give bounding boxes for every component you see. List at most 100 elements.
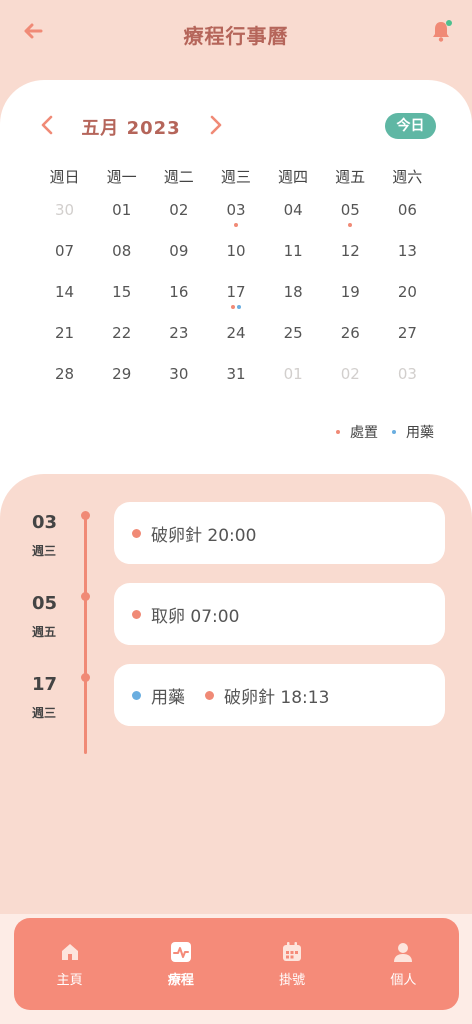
nav-item-profile[interactable]: 個人	[363, 929, 443, 999]
day-number: 01	[112, 201, 132, 219]
calendar-day[interactable]: 03	[207, 200, 264, 236]
event-weekday: 週三	[32, 706, 57, 720]
calendar-day[interactable]: 08	[93, 241, 150, 277]
page-title: 療程行事曆	[183, 24, 289, 48]
nav-item-home[interactable]: 主頁	[30, 929, 110, 999]
month-label: 五月 2023	[81, 118, 181, 139]
calendar-day[interactable]: 07	[36, 241, 93, 277]
day-number: 27	[397, 324, 417, 342]
weekday-label: 週六	[392, 168, 423, 186]
day-number: 28	[55, 365, 75, 383]
day-number: 06	[397, 201, 417, 219]
event-card[interactable]: 破卵針 20:00	[114, 502, 445, 564]
legend-medication: 用藥	[392, 422, 434, 442]
calendar-day[interactable]: 18	[265, 282, 322, 318]
event-row: 17 週三 用藥 破卵針 18:13	[0, 664, 472, 728]
calendar-day[interactable]: 04	[265, 200, 322, 236]
day-number: 25	[283, 324, 303, 342]
day-number: 03	[226, 201, 246, 219]
calendar-day[interactable]: 01	[265, 364, 322, 400]
day-number: 22	[112, 324, 132, 342]
day-number: 30	[169, 365, 189, 383]
calendar-day[interactable]: 27	[379, 323, 436, 359]
day-number: 12	[340, 242, 360, 260]
calendar-day[interactable]: 06	[379, 200, 436, 236]
day-number: 14	[55, 283, 75, 301]
weekday-label: 週三	[220, 168, 251, 186]
event-row: 03 週三 破卵針 20:00	[0, 502, 472, 566]
event-weekday: 週三	[32, 544, 57, 558]
calendar-day[interactable]: 14	[36, 282, 93, 318]
calendar-day[interactable]: 12	[322, 241, 379, 277]
event-timeline: 03 週三 破卵針 20:00 05 週五 取卵 07:00 17 週三 用藥	[0, 474, 472, 914]
day-number: 24	[226, 324, 246, 342]
nav-item-registration[interactable]: 掛號	[252, 929, 332, 999]
calendar-day[interactable]: 24	[207, 323, 264, 359]
calendar-day[interactable]: 10	[207, 241, 264, 277]
day-number: 30	[55, 201, 75, 219]
event-item: 用藥	[132, 683, 185, 708]
today-button[interactable]: 今日	[385, 113, 436, 139]
calendar-day[interactable]: 15	[93, 282, 150, 318]
treatment-dot	[205, 690, 214, 700]
event-card[interactable]: 用藥 破卵針 18:13	[114, 664, 445, 726]
event-item-text: 破卵針 20:00	[151, 525, 257, 546]
event-item: 破卵針 18:13	[205, 683, 329, 708]
calendar-day[interactable]: 16	[150, 282, 207, 318]
calendar-day[interactable]: 13	[379, 241, 436, 277]
legend-treatment: 處置	[336, 422, 378, 442]
treatment-dot	[132, 528, 141, 538]
treatment-dot	[230, 305, 235, 309]
event-card[interactable]: 取卵 07:00	[114, 583, 445, 645]
day-number: 02	[340, 365, 360, 383]
day-number: 07	[55, 242, 75, 260]
calendar-day[interactable]: 05	[322, 200, 379, 236]
weekday-label: 週日	[49, 168, 80, 186]
weekday-label: 週四	[278, 168, 309, 186]
calendar-day[interactable]: 11	[265, 241, 322, 277]
calendar-day[interactable]: 20	[379, 282, 436, 318]
calendar-day[interactable]: 09	[150, 241, 207, 277]
nav-label: 療程	[167, 972, 194, 988]
nav-label: 主頁	[56, 972, 83, 988]
bottom-nav: 主頁 療程 掛號 個人	[14, 918, 459, 1010]
event-row: 05 週五 取卵 07:00	[0, 583, 472, 647]
calendar-day[interactable]: 30	[36, 200, 93, 236]
day-number: 10	[226, 242, 246, 260]
calendar-day[interactable]: 29	[93, 364, 150, 400]
nav-item-treatment[interactable]: 療程	[141, 929, 221, 999]
day-number: 03	[397, 365, 417, 383]
calendar-day[interactable]: 22	[93, 323, 150, 359]
event-item-text: 用藥	[151, 687, 185, 708]
calendar-day[interactable]: 31	[207, 364, 264, 400]
calendar-day[interactable]: 28	[36, 364, 93, 400]
treatment-dot	[336, 430, 340, 434]
day-number: 16	[169, 283, 189, 301]
calendar-day[interactable]: 26	[322, 323, 379, 359]
day-number: 21	[55, 324, 75, 342]
day-number: 04	[283, 201, 303, 219]
chevron-right-icon	[210, 115, 222, 135]
calendar-day[interactable]: 02	[322, 364, 379, 400]
prev-month-button[interactable]	[35, 113, 59, 137]
nav-label: 個人	[390, 972, 417, 988]
calendar-day[interactable]: 01	[93, 200, 150, 236]
user-icon	[392, 941, 414, 963]
calendar-day[interactable]: 30	[150, 364, 207, 400]
calendar-day[interactable]: 23	[150, 323, 207, 359]
calendar-day[interactable]: 03	[379, 364, 436, 400]
calendar-day[interactable]: 17	[207, 282, 264, 318]
calendar-day[interactable]: 25	[265, 323, 322, 359]
calendar-day[interactable]: 21	[36, 323, 93, 359]
next-month-button[interactable]	[204, 113, 228, 137]
medication-dot	[392, 430, 396, 434]
treatment-dot	[233, 223, 238, 227]
weekday-label: 週一	[106, 168, 137, 186]
notification-button[interactable]	[428, 18, 454, 44]
medication-dot	[236, 305, 241, 309]
day-number: 31	[226, 365, 246, 383]
calendar-day[interactable]: 02	[150, 200, 207, 236]
day-number: 20	[397, 283, 417, 301]
calendar-day[interactable]: 19	[322, 282, 379, 318]
day-number: 18	[283, 283, 303, 301]
